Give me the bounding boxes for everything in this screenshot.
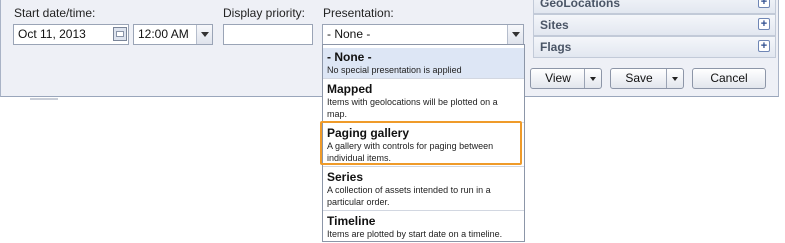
accordion-label: Sites [540, 18, 569, 32]
cancel-button-label: Cancel [710, 71, 748, 85]
divider [323, 166, 524, 167]
chevron-down-icon[interactable] [196, 25, 212, 44]
view-button-label: View [545, 71, 571, 85]
save-button[interactable]: Save [610, 68, 684, 89]
option-title: Mapped [327, 82, 373, 96]
start-time-select[interactable]: 12:00 AM [133, 24, 213, 45]
focus-highlight [320, 121, 522, 165]
option-title: - None - [327, 50, 372, 64]
presentation-select[interactable]: - None - [322, 24, 524, 45]
chevron-down-icon[interactable] [666, 69, 683, 88]
option-desc: A collection of assets intended to run i… [327, 185, 491, 207]
option-title: Series [327, 170, 364, 184]
save-button-label: Save [625, 71, 653, 85]
start-date-value: Oct 11, 2013 [18, 27, 86, 41]
plus-icon[interactable]: + [758, 40, 770, 52]
option-title: Timeline [327, 214, 376, 228]
start-date-field[interactable]: Oct 11, 2013 [13, 24, 129, 45]
divider [30, 98, 58, 100]
calendar-icon[interactable] [113, 27, 127, 41]
option-desc: Items with geolocations will be plotted … [327, 97, 498, 119]
start-datetime-label: Start date/time: [14, 6, 96, 20]
option-desc: No special presentation is applied [327, 65, 462, 75]
option-desc: Items are plotted by start date on a tim… [327, 229, 503, 239]
presentation-value: - None - [327, 27, 371, 41]
option-none[interactable]: - None - No special presentation is appl… [323, 48, 524, 78]
option-series[interactable]: Series A collection of assets intended t… [323, 168, 524, 210]
option-mapped[interactable]: Mapped Items with geolocations will be p… [323, 80, 524, 122]
accordion-flags[interactable]: Flags + [533, 36, 776, 58]
chevron-down-icon[interactable] [507, 25, 523, 44]
divider [323, 210, 524, 211]
plus-icon[interactable]: + [758, 0, 770, 8]
start-time-value: 12:00 AM [138, 27, 189, 41]
view-button[interactable]: View [530, 68, 602, 89]
divider [323, 78, 524, 79]
option-timeline[interactable]: Timeline Items are plotted by start date… [323, 212, 524, 242]
chevron-down-icon[interactable] [584, 69, 601, 88]
accordion-sites[interactable]: Sites + [533, 14, 776, 36]
cancel-button[interactable]: Cancel [692, 68, 766, 89]
accordion-label: Flags [540, 40, 572, 54]
accordion-label: GeoLocations [540, 0, 621, 10]
presentation-label: Presentation: [323, 6, 394, 20]
plus-icon[interactable]: + [758, 18, 770, 30]
accordion-geolocations[interactable]: GeoLocations + [533, 0, 776, 14]
display-priority-input[interactable] [223, 24, 313, 45]
display-priority-label: Display priority: [223, 6, 306, 20]
